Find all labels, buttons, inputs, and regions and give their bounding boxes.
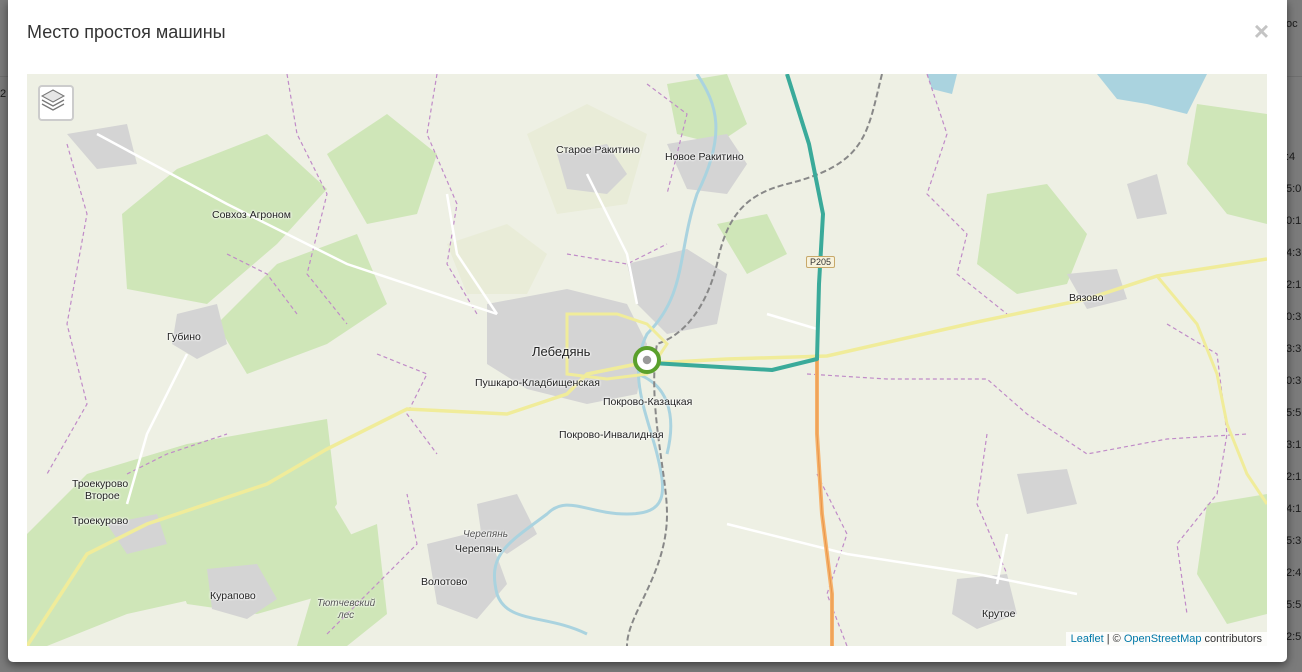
background-time: 0:3 [1286, 311, 1302, 323]
background-time: 2:4 [1286, 567, 1302, 579]
map-container[interactable]: Р205 Старое Ракитино Новое Ракитино Совх… [27, 74, 1267, 646]
idle-location-modal: Место простоя машины × Р205 Старое Ракит… [8, 0, 1287, 662]
openstreetmap-link[interactable]: OpenStreetMap [1124, 633, 1202, 645]
background-time: 5:5 [1286, 599, 1302, 611]
road-badge-r205: Р205 [806, 256, 836, 268]
background-header-text: ос [1286, 18, 1298, 30]
map-label-gubino: Губино [167, 331, 201, 343]
attribution-contributors: contributors [1201, 633, 1262, 645]
map-label-cherepyan: Черепянь [455, 543, 503, 555]
map-label-cherepyan-river: Черепянь [463, 529, 509, 540]
background-time: :4 [1286, 151, 1296, 163]
map-label-tyutchevskiy: Тютчевский [317, 598, 376, 609]
map-attribution: Leaflet | © OpenStreetMap contributors [1065, 632, 1267, 646]
background-time: 3:1 [1286, 439, 1302, 451]
map-label-lebedyan: Лебедянь [532, 344, 591, 359]
background-time: 4:3 [1286, 247, 1302, 259]
map-label-vyazovo: Вязово [1069, 292, 1104, 304]
marker-center [641, 354, 653, 366]
layers-icon [40, 89, 66, 111]
map-label-volotovo: Волотово [421, 576, 468, 588]
close-button[interactable]: × [1254, 18, 1269, 44]
background-time: 3:3 [1286, 343, 1302, 355]
layers-button[interactable] [38, 85, 74, 121]
map-label-tyutchevskiy-line2: лес [338, 610, 355, 621]
modal-title: Место простоя машины [27, 22, 226, 42]
map-label-pushkaro: Пушкаро-Кладбищенская [475, 377, 600, 389]
attribution-separator: | © [1103, 633, 1124, 645]
background-time: 2:5 [1286, 631, 1302, 643]
map-label-pokrovo-invalidnaya: Покрово-Инвалидная [559, 429, 664, 441]
background-time: 2:1 [1286, 279, 1302, 291]
background-time: 5:5 [1286, 407, 1302, 419]
background-time: 0:1 [1286, 215, 1302, 227]
map-label-troekurovo-vtoroe-line2: Второе [85, 490, 120, 502]
map-label-krutoe: Крутое [982, 608, 1016, 620]
map-label-novoe-rakitino: Новое Ракитино [665, 151, 744, 163]
map-label-kurapovo: Курапово [210, 590, 256, 602]
map-label-troekurovo: Троекурово [72, 515, 129, 527]
background-time: 0:3 [1286, 375, 1302, 387]
background-time: 2:1 [1286, 471, 1302, 483]
background-time: 4:1 [1286, 503, 1302, 515]
map-label-pokrovo-kazatskaya: Покрово-Казацкая [603, 396, 693, 408]
background-time: 5:0 [1286, 183, 1302, 195]
map-label-sovhoz-agronom: Совхоз Агроном [212, 209, 291, 221]
background-time: 5:3 [1286, 535, 1302, 547]
map-label-staroe-rakitino: Старое Ракитино [556, 144, 640, 156]
leaflet-link[interactable]: Leaflet [1071, 633, 1104, 645]
map-tiles [27, 74, 1267, 646]
map-label-troekurovo-vtoroe: Троекурово [72, 478, 129, 490]
background-left-mark: 2 [0, 88, 7, 100]
